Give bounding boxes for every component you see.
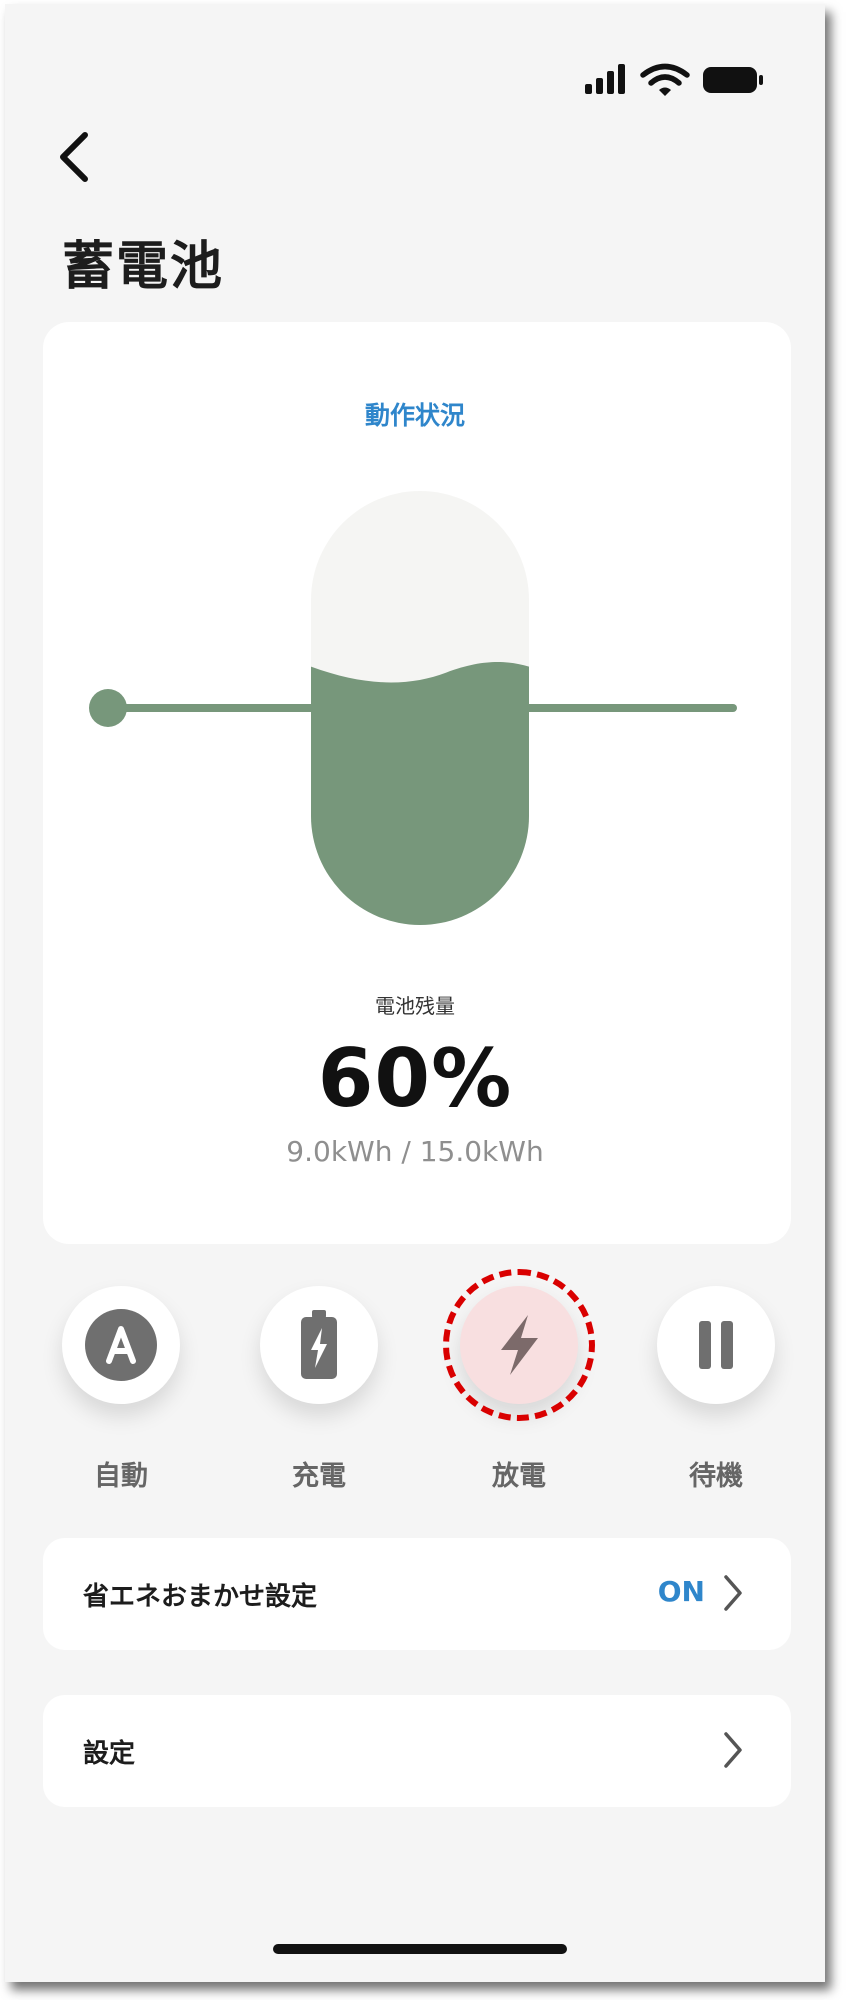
- battery-charging-icon: [301, 1310, 337, 1379]
- settings-label: 設定: [83, 1739, 136, 1769]
- battery-icon: [703, 67, 763, 93]
- eco-auto-settings-label: 省エネおまかせ設定: [83, 1582, 318, 1612]
- back-chevron-icon[interactable]: [55, 129, 95, 185]
- mode-label-discharge: 放電: [492, 1461, 546, 1492]
- battery-percent: 60%: [317, 1032, 513, 1125]
- energy-amount: 9.0kWh / 15.0kWh: [286, 1135, 544, 1168]
- mode-standby-button[interactable]: [657, 1286, 775, 1404]
- mode-label-standby: 待機: [689, 1461, 743, 1492]
- signal-icon: [585, 64, 625, 94]
- pause-icon: [699, 1321, 733, 1369]
- eco-auto-settings-row[interactable]: 省エネおまかせ設定 ON: [43, 1538, 791, 1650]
- remaining-label: 電池残量: [375, 994, 455, 1018]
- chevron-right-icon: [724, 1732, 742, 1768]
- mode-label-auto: 自動: [94, 1461, 148, 1492]
- mode-charge-button[interactable]: [260, 1286, 378, 1404]
- mode-label-charge: 充電: [292, 1461, 346, 1492]
- status-bar-icons: [585, 63, 763, 96]
- phone-screen: 蓄電池 動作状況 電池残量 60% 9.0kWh / 15.0kWh 自動 充電…: [5, 4, 825, 1982]
- battery-level-graphic: [89, 491, 737, 925]
- page-title: 蓄電池: [62, 237, 225, 297]
- chevron-right-icon: [724, 1575, 742, 1611]
- battery-fill: [311, 662, 529, 925]
- eco-auto-settings-value: ON: [657, 1575, 705, 1608]
- settings-row[interactable]: 設定: [43, 1695, 791, 1807]
- active-mode-highlight-ring: [443, 1269, 595, 1421]
- battery-capsule: [311, 491, 529, 925]
- wifi-icon: [640, 63, 690, 96]
- auto-a-icon: [85, 1309, 157, 1381]
- home-indicator: [273, 1944, 567, 1954]
- status-heading: 動作状況: [364, 401, 465, 430]
- mode-auto-button[interactable]: [62, 1286, 180, 1404]
